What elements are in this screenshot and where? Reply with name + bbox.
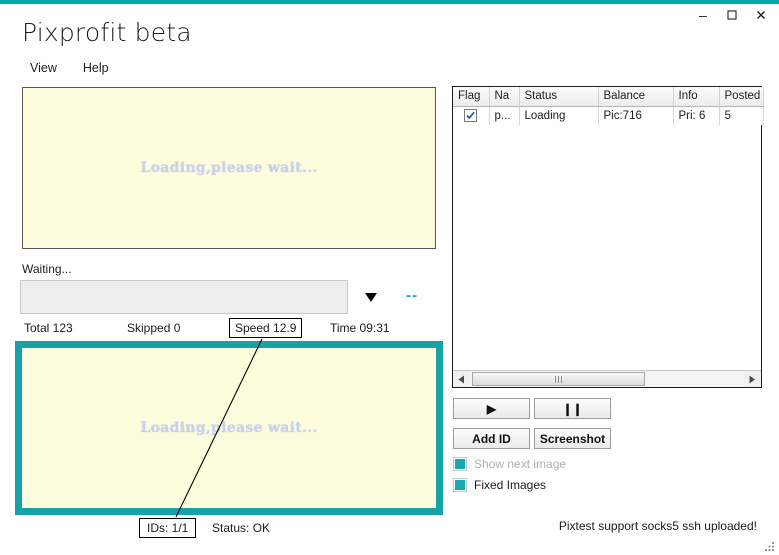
checkbox-fixed-images[interactable]: Fixed Images bbox=[453, 478, 546, 492]
image-preview-bottom[interactable]: Loading,please wait... bbox=[22, 348, 436, 508]
cell-posted: 5 bbox=[719, 106, 764, 125]
checkbox-show-next-image[interactable]: Show next image bbox=[453, 457, 566, 471]
grip-line-icon bbox=[558, 375, 559, 383]
image-preview-top[interactable]: Loading,please wait... bbox=[22, 87, 436, 249]
minimize-button[interactable] bbox=[688, 4, 717, 26]
checkbox-label-fixed-images: Fixed Images bbox=[474, 478, 547, 492]
scroll-right-button[interactable] bbox=[744, 371, 761, 387]
minimize-icon bbox=[698, 16, 707, 17]
image-preview-bottom-frame: Loading,please wait... bbox=[15, 341, 443, 515]
scroll-track[interactable] bbox=[470, 371, 744, 387]
window-controls bbox=[688, 4, 775, 26]
stats-row: Total 123 Skipped 0 Speed 12.9 Time 09:3… bbox=[0, 318, 445, 340]
checkbox-label-show-next-image: Show next image bbox=[474, 457, 567, 471]
cell-balance: Pic:716 bbox=[598, 106, 674, 125]
stat-time: Time 09:31 bbox=[330, 321, 390, 335]
column-header-info[interactable]: Info bbox=[673, 87, 720, 107]
grip-line-icon bbox=[561, 375, 562, 383]
table-row[interactable]: p... Loading Pic:716 Pri: 6 5 bbox=[453, 106, 764, 125]
chevron-down-icon bbox=[365, 293, 377, 302]
chevron-down-button[interactable] bbox=[360, 287, 382, 307]
column-header-flag[interactable]: Flag bbox=[453, 87, 490, 107]
menu-item-view[interactable]: View bbox=[28, 60, 59, 76]
close-icon bbox=[756, 11, 765, 19]
stat-total: Total 123 bbox=[24, 321, 73, 335]
stat-skipped: Skipped 0 bbox=[127, 321, 181, 335]
checkbox-fill-icon bbox=[455, 459, 465, 469]
loading-text-bottom: Loading,please wait... bbox=[140, 420, 318, 436]
cell-flag[interactable] bbox=[453, 106, 490, 125]
checkbox-box bbox=[453, 478, 467, 492]
progress-label: Waiting... bbox=[22, 262, 72, 276]
accounts-table-header: Flag Na Status Balance Info Posted p... … bbox=[453, 87, 764, 125]
triangle-left-icon bbox=[458, 375, 464, 383]
page-title: Pixprofit beta bbox=[22, 18, 192, 47]
rate-indicator: -- bbox=[406, 287, 418, 304]
screenshot-button[interactable]: Screenshot bbox=[534, 428, 611, 449]
progress-bar bbox=[20, 280, 348, 314]
row-checkbox[interactable] bbox=[464, 109, 478, 123]
resize-grip-icon[interactable] bbox=[763, 539, 776, 552]
menu-item-help[interactable]: Help bbox=[81, 60, 111, 76]
checkmark-icon bbox=[466, 111, 475, 120]
add-id-button[interactable]: Add ID bbox=[453, 428, 530, 449]
table-horizontal-scrollbar[interactable] bbox=[453, 370, 761, 387]
column-header-status[interactable]: Status bbox=[519, 87, 599, 107]
table-empty-area bbox=[453, 125, 761, 370]
accounts-table: Flag Na Status Balance Info Posted p... … bbox=[452, 86, 764, 388]
cell-info: Pri: 6 bbox=[673, 106, 720, 125]
table-header-row: Flag Na Status Balance Info Posted bbox=[453, 87, 764, 107]
ids-counter: IDs: 1/1 bbox=[139, 518, 197, 538]
column-header-balance[interactable]: Balance bbox=[598, 87, 674, 107]
app-window: Pixprofit beta View Help Loading,please … bbox=[0, 0, 779, 555]
maximize-button[interactable] bbox=[717, 4, 746, 26]
column-header-name[interactable]: Na bbox=[489, 87, 520, 107]
loading-text-top: Loading,please wait... bbox=[140, 160, 318, 176]
stat-speed: Speed 12.9 bbox=[229, 318, 303, 338]
maximize-icon bbox=[726, 10, 737, 20]
checkbox-fill-icon bbox=[455, 480, 465, 490]
menubar: View Help bbox=[28, 60, 111, 76]
status-text: Status: OK bbox=[212, 521, 271, 535]
scroll-thumb[interactable] bbox=[472, 372, 645, 386]
cell-name: p... bbox=[489, 106, 520, 125]
pause-button[interactable]: ❙❙ bbox=[534, 398, 611, 419]
play-button[interactable]: ▶ bbox=[453, 398, 530, 419]
title-accent-strip bbox=[0, 0, 779, 4]
close-button[interactable] bbox=[746, 4, 775, 26]
grip-line-icon bbox=[555, 375, 556, 383]
cell-status: Loading bbox=[519, 106, 599, 125]
scroll-left-button[interactable] bbox=[453, 371, 470, 387]
column-header-posted[interactable]: Posted bbox=[719, 87, 764, 107]
triangle-right-icon bbox=[749, 375, 755, 383]
checkbox-box bbox=[453, 457, 467, 471]
footer-note: Pixtest support socks5 ssh uploaded! bbox=[558, 519, 757, 533]
